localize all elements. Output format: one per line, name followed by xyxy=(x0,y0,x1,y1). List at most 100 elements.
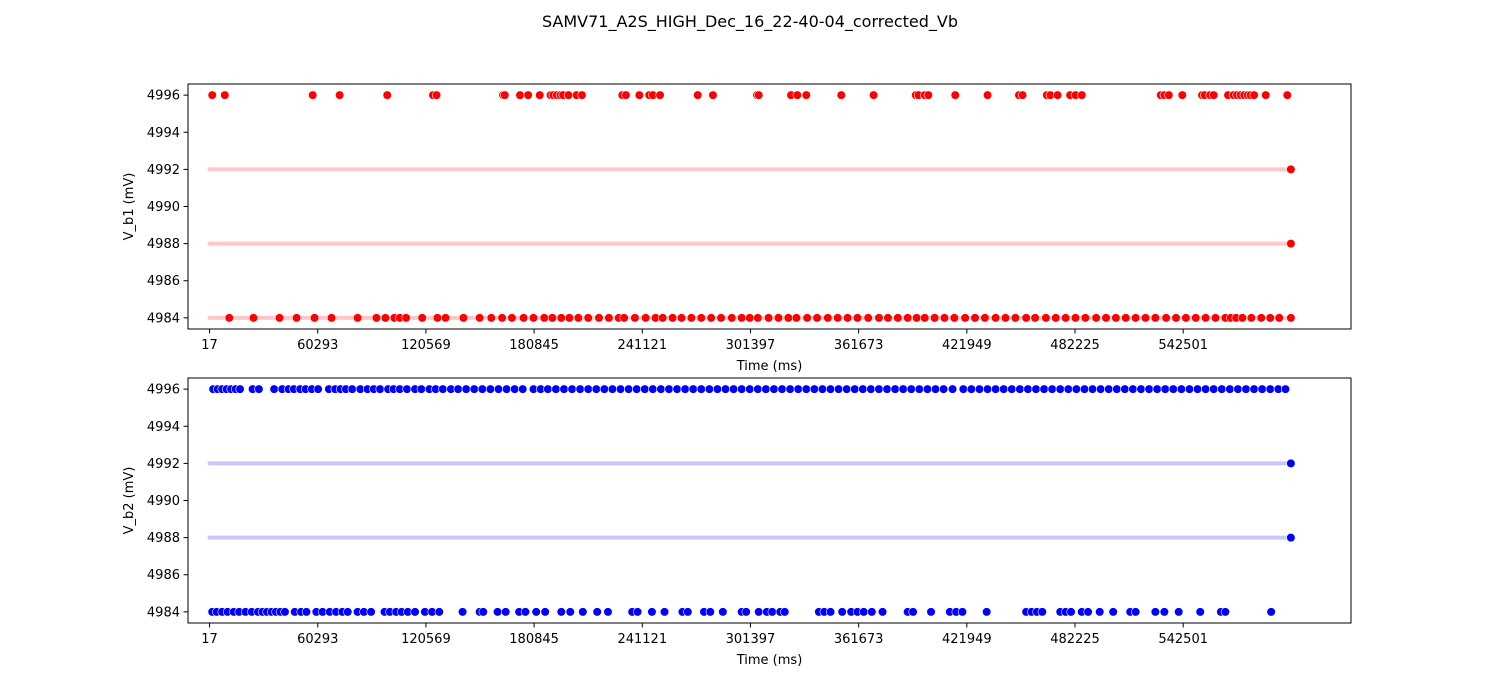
data-point xyxy=(343,607,353,617)
data-point xyxy=(440,313,451,323)
data-point xyxy=(1237,313,1248,323)
data-point xyxy=(930,313,940,323)
data-point xyxy=(547,313,557,323)
data-point xyxy=(501,607,511,617)
data-point xyxy=(1280,384,1291,394)
x-tick-label: 120569 xyxy=(401,632,451,647)
chart-panel-v-b2: 17 60293 120569 180845 241121 301397 361673 421… xyxy=(122,377,1352,668)
data-point xyxy=(974,384,985,394)
x-tick-label: 241121 xyxy=(617,338,667,353)
y-tick-label: 4988 xyxy=(147,531,180,546)
data-point xyxy=(621,90,631,100)
data-point xyxy=(686,313,697,323)
data-point xyxy=(949,313,959,323)
x-tick-label: 421949 xyxy=(942,632,992,647)
data-point xyxy=(1152,384,1162,394)
data-point xyxy=(980,313,990,323)
x-tick-label: 60293 xyxy=(297,338,338,353)
data-point xyxy=(1249,384,1259,394)
data-point xyxy=(1176,384,1186,394)
data-point xyxy=(540,607,550,617)
data-point xyxy=(1274,313,1284,323)
data-point xyxy=(493,384,504,394)
data-point xyxy=(1037,607,1047,617)
data-point xyxy=(1286,533,1296,543)
x-tick-label: 17 xyxy=(201,632,218,647)
data-point xyxy=(802,313,812,323)
data-point xyxy=(696,384,706,394)
data-point xyxy=(1256,313,1266,323)
data-point xyxy=(220,90,230,100)
data-point xyxy=(1101,313,1111,323)
data-point xyxy=(754,607,764,617)
data-point xyxy=(950,90,960,100)
data-point xyxy=(705,607,715,617)
data-point xyxy=(753,313,763,323)
data-point xyxy=(716,313,726,323)
data-point xyxy=(539,313,549,323)
x-tick-label: 482225 xyxy=(1050,338,1100,353)
data-point xyxy=(1192,384,1203,394)
data-point xyxy=(1063,384,1073,394)
data-point xyxy=(720,384,731,394)
y-tick-label: 4984 xyxy=(147,311,180,326)
y-tick-label: 4986 xyxy=(147,568,180,583)
data-point xyxy=(1047,384,1057,394)
data-point xyxy=(906,384,916,394)
data-point xyxy=(632,607,643,617)
data-point xyxy=(769,384,779,394)
data-point xyxy=(893,313,903,323)
data-point xyxy=(868,90,879,100)
x-tick-label: 60293 xyxy=(297,632,338,647)
data-point xyxy=(577,90,587,100)
data-point xyxy=(371,313,382,323)
data-point xyxy=(683,607,693,617)
data-point xyxy=(564,313,574,323)
data-point xyxy=(833,384,844,394)
data-point xyxy=(825,607,836,617)
data-point xyxy=(501,384,512,394)
y-tick-label: 4996 xyxy=(147,89,180,104)
data-point xyxy=(1007,384,1017,394)
x-axis-label: Time (ms) xyxy=(736,359,803,374)
data-point xyxy=(1241,384,1251,394)
x-tick-label: 542501 xyxy=(1158,338,1208,353)
data-point xyxy=(607,384,618,394)
data-point xyxy=(528,313,539,323)
data-point xyxy=(1131,607,1141,617)
data-point xyxy=(453,384,463,394)
data-point xyxy=(1039,384,1049,394)
data-point xyxy=(966,384,977,394)
data-point xyxy=(960,313,970,323)
data-point xyxy=(326,313,337,323)
data-point xyxy=(1083,607,1093,617)
data-point xyxy=(431,90,442,100)
data-point xyxy=(1023,384,1033,394)
data-point xyxy=(923,90,933,100)
data-point xyxy=(591,384,601,394)
data-point xyxy=(970,313,980,323)
data-point xyxy=(1066,607,1076,617)
data-point xyxy=(382,90,392,100)
data-point xyxy=(347,384,357,394)
data-point xyxy=(592,607,602,617)
data-point xyxy=(1021,313,1031,323)
plot-frame xyxy=(187,377,1352,624)
data-point xyxy=(866,384,876,394)
data-point xyxy=(708,90,718,100)
data-point xyxy=(1140,313,1151,323)
data-point xyxy=(575,384,585,394)
data-point xyxy=(836,90,846,100)
data-point xyxy=(567,384,577,394)
data-point xyxy=(1257,384,1267,394)
data-point xyxy=(1015,384,1025,394)
data-point xyxy=(475,313,485,323)
data-point xyxy=(903,313,913,323)
data-point xyxy=(563,90,574,100)
data-point xyxy=(248,313,259,323)
data-point xyxy=(1150,607,1160,617)
data-point xyxy=(761,384,771,394)
data-point xyxy=(745,313,755,323)
data-point xyxy=(1286,458,1296,468)
data-point xyxy=(500,90,510,100)
